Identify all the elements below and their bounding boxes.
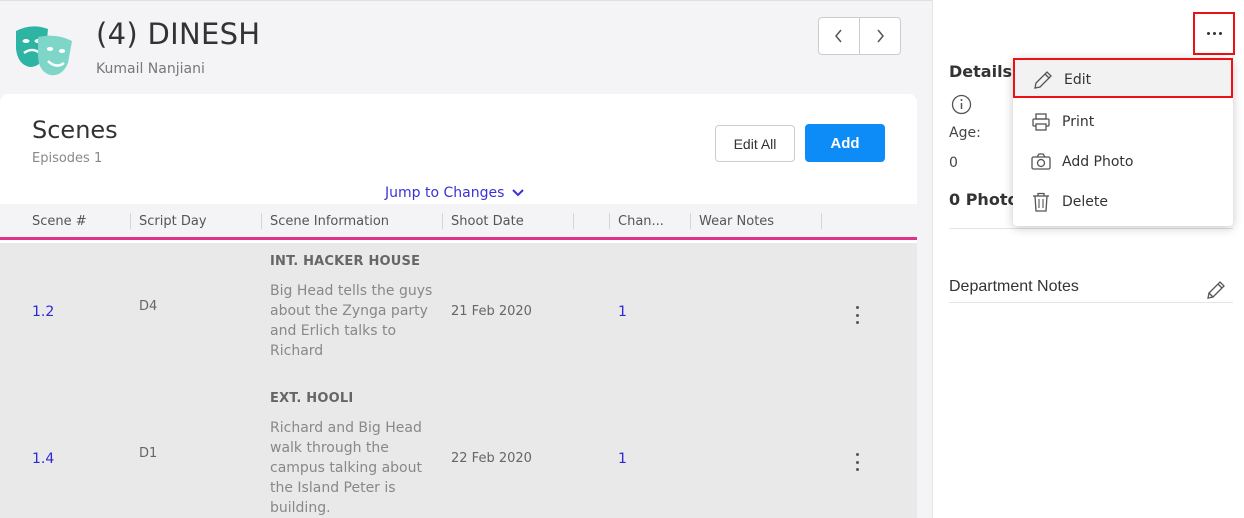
- column-header-scene-information[interactable]: Scene Information: [270, 214, 389, 229]
- main-area: (4) DINESH Kumail Nanjiani Scenes Episod…: [0, 0, 932, 518]
- menu-item-label: Edit: [1064, 72, 1092, 88]
- table-row[interactable]: 1.4 D1 EXT. HOOLI Richard and Big Head w…: [0, 383, 917, 518]
- row-menu-icon[interactable]: [850, 306, 864, 324]
- department-notes-title: Department Notes: [949, 278, 1079, 295]
- row-menu-icon[interactable]: [850, 453, 864, 471]
- scene-number[interactable]: 1.4: [32, 451, 54, 467]
- scene-description: Big Head tells the guys about the Zynga …: [270, 283, 433, 359]
- menu-item-label: Print: [1062, 114, 1095, 130]
- record-navigation: [818, 17, 901, 55]
- script-day: D1: [139, 446, 158, 461]
- divider: [949, 302, 1233, 303]
- changes-count[interactable]: 1: [618, 304, 627, 320]
- scene-heading: EXT. HOOLI: [270, 391, 354, 406]
- age-value: 0: [949, 155, 958, 171]
- table-row[interactable]: 1.2 D4 INT. HACKER HOUSE Big Head tells …: [0, 243, 917, 383]
- trash-icon: [1033, 192, 1049, 212]
- column-header-shoot-date[interactable]: Shoot Date: [451, 214, 524, 229]
- changes-count[interactable]: 1: [618, 451, 627, 467]
- script-day: D4: [139, 299, 158, 314]
- scene-number[interactable]: 1.2: [32, 304, 54, 320]
- jump-to-changes-label: Jump to Changes: [385, 185, 505, 201]
- previous-button[interactable]: [819, 18, 859, 54]
- character-title: (4) DINESH: [96, 17, 261, 51]
- chevron-down-icon: [512, 189, 525, 197]
- theater-masks-logo-icon: [16, 26, 72, 76]
- menu-item-print[interactable]: Print: [1013, 102, 1233, 142]
- pencil-icon[interactable]: [1205, 279, 1227, 301]
- printer-icon: [1032, 113, 1050, 131]
- menu-item-label: Delete: [1062, 194, 1108, 210]
- scene-information: EXT. HOOLI Richard and Big Head walk thr…: [270, 391, 435, 518]
- jump-to-changes-link[interactable]: Jump to Changes: [385, 185, 525, 201]
- pencil-icon: [1034, 71, 1052, 89]
- scenes-card: Scenes Episodes 1 Edit All Add Jump to C…: [0, 94, 917, 518]
- shoot-date: 21 Feb 2020: [451, 304, 532, 319]
- options-dropdown-menu: Edit Print Add Photo Delete: [1013, 58, 1233, 226]
- age-label: Age:: [949, 125, 981, 141]
- info-icon[interactable]: [951, 94, 972, 115]
- column-header-wear-notes[interactable]: Wear Notes: [699, 214, 774, 229]
- chevron-right-icon: [877, 29, 884, 43]
- scenes-title: Scenes: [32, 116, 118, 144]
- next-button[interactable]: [859, 18, 900, 54]
- shoot-date: 22 Feb 2020: [451, 451, 532, 466]
- menu-item-edit[interactable]: Edit: [1013, 58, 1233, 98]
- menu-item-label: Add Photo: [1062, 154, 1134, 170]
- add-button[interactable]: Add: [805, 124, 885, 162]
- scenes-subtitle: Episodes 1: [32, 151, 103, 166]
- column-header-scene[interactable]: Scene #: [32, 214, 87, 229]
- scene-heading: INT. HACKER HOUSE: [270, 254, 421, 269]
- details-title: Details: [949, 62, 1013, 81]
- more-options-button[interactable]: [1193, 12, 1235, 55]
- edit-all-button[interactable]: Edit All: [715, 125, 795, 162]
- camera-icon: [1031, 153, 1051, 170]
- column-header-changes[interactable]: Chan...: [618, 214, 664, 229]
- chevron-left-icon: [835, 29, 842, 43]
- actor-name: Kumail Nanjiani: [96, 61, 205, 77]
- menu-item-add-photo[interactable]: Add Photo: [1013, 142, 1233, 182]
- scene-information: INT. HACKER HOUSE Big Head tells the guy…: [270, 254, 435, 361]
- scene-description: Richard and Big Head walk through the ca…: [270, 420, 422, 516]
- column-header-script-day[interactable]: Script Day: [139, 214, 207, 229]
- menu-item-delete[interactable]: Delete: [1013, 182, 1233, 222]
- table-header: Scene # Script Day Scene Information Sho…: [0, 204, 917, 240]
- divider: [949, 228, 1233, 229]
